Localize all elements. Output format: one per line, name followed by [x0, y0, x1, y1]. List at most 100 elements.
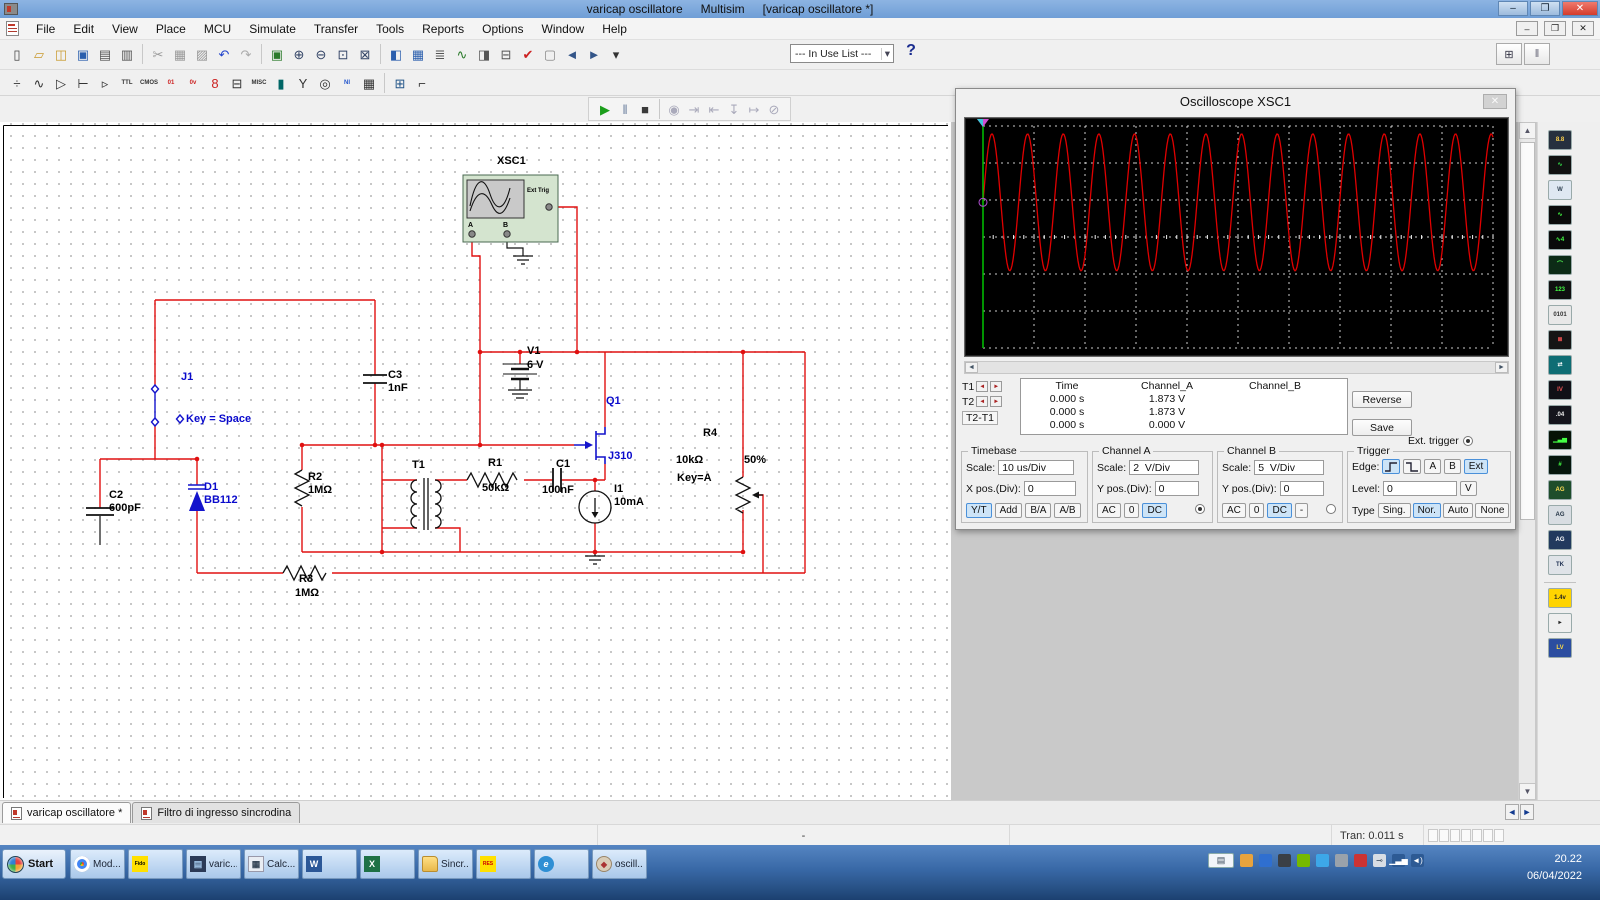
taskbar-app-internet-explorer[interactable] [534, 849, 589, 879]
channel-b-coupling--button[interactable]: - [1295, 503, 1308, 518]
in-use-list-dropdown[interactable]: --- In Use List --- ▾ [790, 44, 894, 63]
show-breadboard-icon[interactable]: ⊞ [1496, 43, 1522, 65]
iv-analyzer-icon[interactable]: IV [1548, 380, 1572, 400]
taskbar-app-excel[interactable] [360, 849, 415, 879]
place-cmos-icon[interactable]: CMOS [138, 72, 160, 94]
menu-place[interactable]: Place [147, 19, 195, 39]
bus-icon[interactable]: ⌐ [411, 72, 433, 94]
taskbar-app-calculator[interactable]: Calc... [244, 849, 299, 879]
zoom-in-icon[interactable]: ⊕ [288, 43, 310, 65]
spreadsheet-view-icon[interactable]: ▦ [407, 43, 429, 65]
menu-view[interactable]: View [103, 19, 147, 39]
function-generator-icon[interactable]: ∿ [1548, 155, 1572, 175]
stop-simulation-icon[interactable]: ■ [635, 99, 655, 119]
save-icon[interactable]: ▣ [72, 43, 94, 65]
hierarchical-block-icon[interactable]: ⊞ [389, 72, 411, 94]
network-signal-tray-icon[interactable]: ▁▃▅ [1392, 854, 1405, 867]
trigger-edge-rising-button[interactable] [1382, 459, 1400, 474]
step-out-icon[interactable]: ↧ [724, 99, 744, 119]
taskbar-app-folder[interactable]: Sincr... [418, 849, 473, 879]
messenger-tray-icon[interactable] [1316, 854, 1329, 867]
dropdown-caret-icon[interactable]: ▾ [605, 43, 627, 65]
taskbar-app-cad-res[interactable] [476, 849, 531, 879]
reverse-button[interactable]: Reverse [1352, 391, 1412, 408]
capture-region-icon[interactable]: ▢ [539, 43, 561, 65]
taskbar-app-paint[interactable]: oscill... [592, 849, 647, 879]
place-rf-icon[interactable]: Y [292, 72, 314, 94]
parent-sheet-icon[interactable]: ⊟ [495, 43, 517, 65]
grapher-icon[interactable]: ∿ [451, 43, 473, 65]
t2-left-button[interactable]: ◄ [976, 396, 988, 407]
channel-a-scale-input[interactable] [1129, 460, 1199, 475]
resistor-R1[interactable] [467, 473, 517, 487]
logic-analyzer-icon[interactable]: ≣ [1548, 330, 1572, 350]
oscilloscope-display-scrollbar[interactable]: ◄ ► [964, 361, 1509, 374]
tektronix-oscilloscope-icon[interactable]: TK [1548, 555, 1572, 575]
oscilloscope-xsc1-instrument-icon[interactable] [463, 175, 558, 242]
channel-a-radio[interactable] [1195, 504, 1205, 514]
flag-tray-icon[interactable] [1259, 854, 1272, 867]
place-digital-icon[interactable]: 01 [160, 72, 182, 94]
child-close-button[interactable]: ✕ [1572, 21, 1594, 36]
dark-app-tray-icon[interactable] [1278, 854, 1291, 867]
taskbar-app-chrome[interactable]: Mod... [70, 849, 125, 879]
word-generator-icon[interactable]: 0101 [1548, 305, 1572, 325]
toggle-breakpoint-icon[interactable]: ⊘ [764, 99, 784, 119]
resistor-R2[interactable] [295, 470, 309, 506]
run-simulation-icon[interactable]: ▶ [595, 99, 615, 119]
place-advanced-peripherals-icon[interactable]: ▮ [270, 72, 292, 94]
measurement-probe-icon[interactable]: 1.4v [1548, 588, 1572, 608]
keyboard-icon[interactable]: ▤ [1208, 853, 1234, 868]
taskbar-app-word[interactable] [302, 849, 357, 879]
network-analyzer-icon[interactable]: # [1548, 455, 1572, 475]
t2-right-button[interactable]: ► [990, 396, 1002, 407]
usb-tray-icon[interactable]: ⊸ [1373, 854, 1386, 867]
help-button[interactable]: ? [900, 42, 922, 64]
volume-tray-icon[interactable]: ◄) [1411, 854, 1424, 867]
timebase-mode-ba-button[interactable]: B/A [1025, 503, 1051, 518]
trigger-type-none-button[interactable]: None [1475, 503, 1509, 518]
scroll-right-icon[interactable]: ► [1495, 362, 1508, 373]
ext-trigger-radio[interactable] [1463, 436, 1473, 446]
schematic-canvas[interactable]: XSC1Ext TrigABC31nFV16 VJ1Key = SpaceC26… [0, 122, 951, 800]
channel-b-coupling-dc-button[interactable]: DC [1267, 503, 1291, 518]
multimeter-icon[interactable]: 8.8 [1548, 130, 1572, 150]
menu-file[interactable]: File [27, 19, 64, 39]
four-channel-oscilloscope-icon[interactable]: ∿4 [1548, 230, 1572, 250]
place-power-icon[interactable]: ⊟ [226, 72, 248, 94]
open-sample-icon[interactable]: ◫ [50, 43, 72, 65]
scroll-down-icon[interactable]: ▼ [1519, 783, 1536, 800]
copy-icon[interactable]: ▦ [169, 43, 191, 65]
pause-simulation-icon[interactable]: ‖ [615, 99, 635, 119]
oscilloscope-icon[interactable]: ∿ [1548, 205, 1572, 225]
open-icon[interactable]: ▱ [28, 43, 50, 65]
tab-scroll-right-icon[interactable]: ► [1520, 804, 1534, 820]
wires-red[interactable] [100, 207, 805, 573]
taskbar-app-fidocad[interactable] [128, 849, 183, 879]
logic-converter-icon[interactable]: ⇄ [1548, 355, 1572, 375]
clock-area[interactable]: 20.22 06/04/2022 [1527, 851, 1582, 884]
redo-icon[interactable]: ↷ [235, 43, 257, 65]
taskbar-app-multisim[interactable]: varic... [186, 849, 241, 879]
t1-right-button[interactable]: ► [990, 381, 1002, 392]
place-misc-icon[interactable]: MISC [248, 72, 270, 94]
trigger-source-ext-button[interactable]: Ext [1464, 459, 1488, 474]
capacitor-C1[interactable] [553, 468, 561, 492]
channel-b-scale-input[interactable] [1254, 460, 1324, 475]
channel-b-ypos-input[interactable] [1280, 481, 1324, 496]
channel-a-coupling-ac-button[interactable]: AC [1097, 503, 1121, 518]
trigger-type-sing-button[interactable]: Sing. [1378, 503, 1411, 518]
channel-a-coupling-dc-button[interactable]: DC [1142, 503, 1166, 518]
pause-simulation-toggle-icon[interactable]: ‖ [1524, 43, 1550, 65]
transformer-T1[interactable] [411, 478, 441, 530]
start-button[interactable]: Start [2, 849, 66, 879]
nvidia-tray-icon[interactable] [1297, 854, 1310, 867]
channel-a-ypos-input[interactable] [1155, 481, 1199, 496]
tab-scroll-left-icon[interactable]: ◄ [1505, 804, 1519, 820]
trigger-level-input[interactable] [1383, 481, 1457, 496]
step-over-icon[interactable]: ⇤ [704, 99, 724, 119]
cut-icon[interactable]: ✂ [147, 43, 169, 65]
electrical-rules-check-icon[interactable]: ✔ [517, 43, 539, 65]
battery-V1[interactable] [503, 364, 537, 379]
current-source-I1[interactable] [579, 491, 611, 523]
